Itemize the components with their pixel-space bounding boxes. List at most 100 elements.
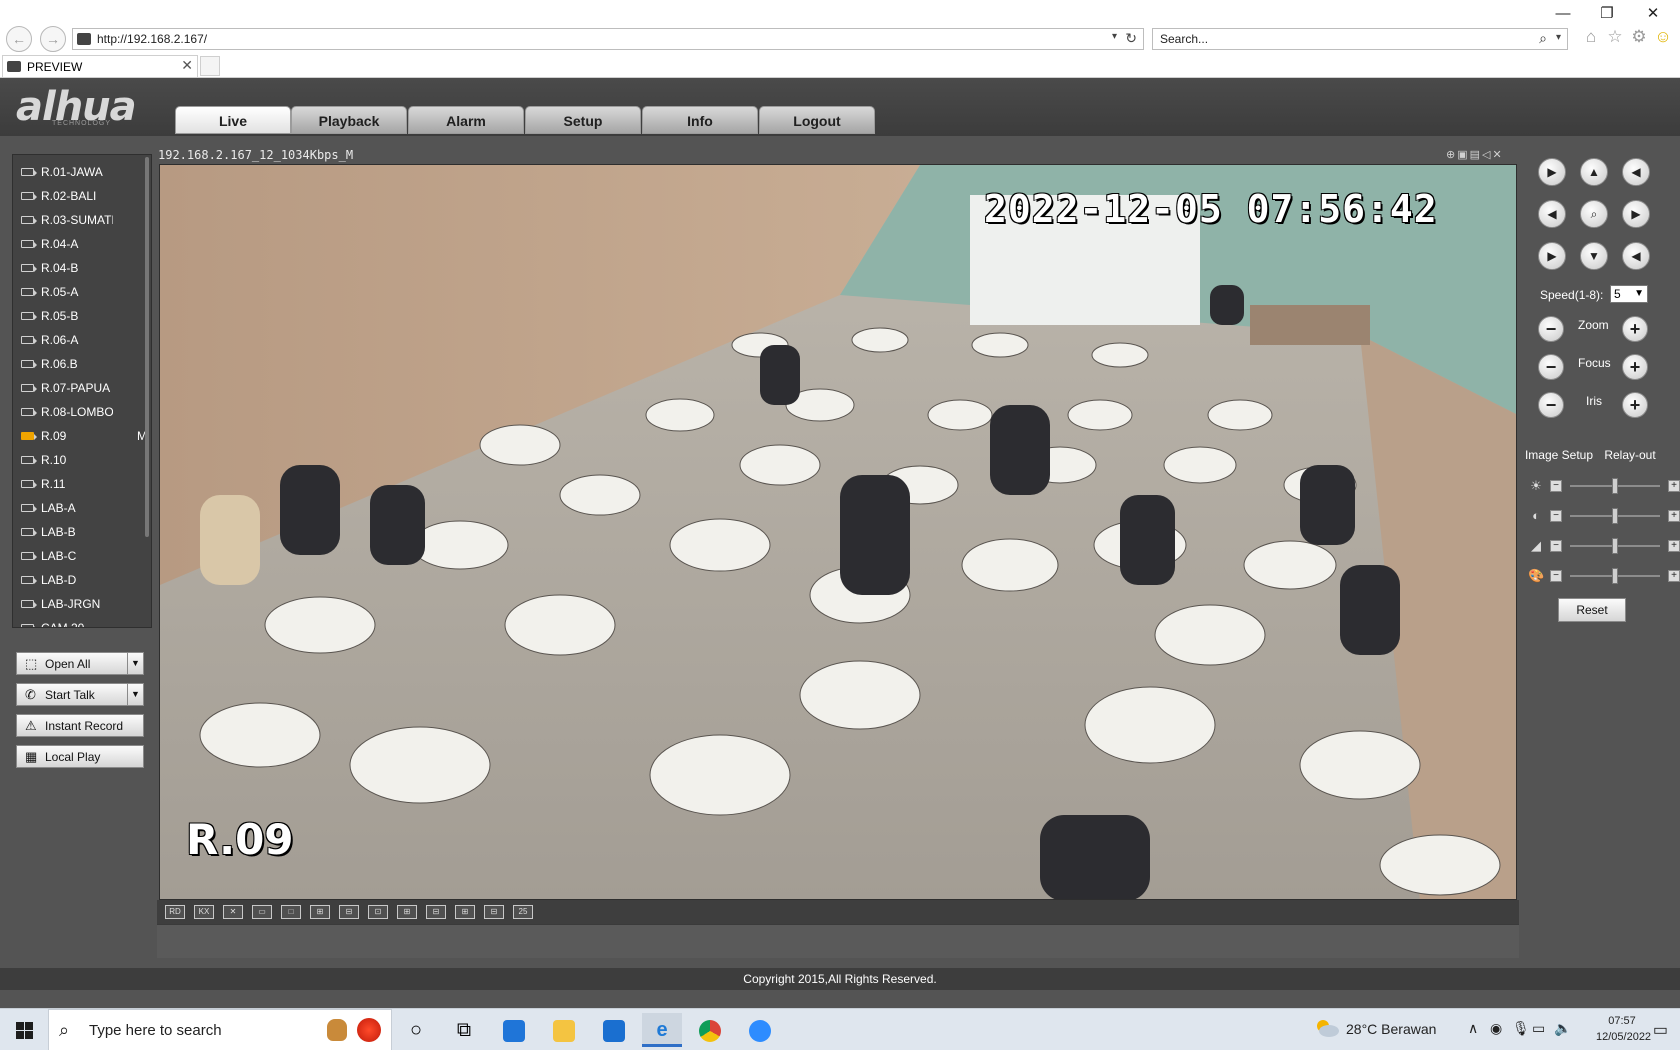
layout-button[interactable]: ⊟ [339, 905, 359, 919]
ptz-down-left-button[interactable]: ▶ [1538, 242, 1566, 270]
slider-knob[interactable] [1612, 478, 1618, 494]
record-icon[interactable]: ▤ [1470, 149, 1482, 161]
favorites-star-icon[interactable]: ☆ [1604, 26, 1626, 48]
ptz-down-right-button[interactable]: ◀ [1622, 242, 1650, 270]
back-button[interactable]: ← [6, 26, 32, 52]
tab-image-setup[interactable]: Image Setup [1524, 444, 1594, 466]
reset-button[interactable]: Reset [1558, 598, 1626, 622]
system-clock[interactable]: 07:57 12/05/2022 [1596, 1013, 1651, 1045]
layout-button[interactable]: RD [165, 905, 185, 919]
camera-item[interactable]: LAB-JRGN [21, 593, 147, 615]
local-play-button[interactable]: ▦ Local Play [16, 745, 144, 768]
tab-playback[interactable]: Playback [291, 106, 407, 134]
ptz-up-right-button[interactable]: ◀ [1622, 158, 1650, 186]
slider-knob[interactable] [1612, 538, 1618, 554]
layout-button[interactable]: KX [194, 905, 214, 919]
camera-item[interactable]: LAB-A [21, 497, 147, 519]
layout-button[interactable]: ⊞ [310, 905, 330, 919]
camera-item[interactable]: LAB-D [21, 569, 147, 591]
new-tab-button[interactable] [200, 56, 220, 76]
address-dropdown-icon[interactable]: ▾ [1112, 31, 1117, 42]
home-icon[interactable]: ⌂ [1580, 26, 1602, 48]
slider-minus-button[interactable]: − [1550, 570, 1562, 582]
focus-plus-button[interactable]: + [1622, 354, 1648, 380]
zoom-plus-button[interactable]: + [1622, 316, 1648, 342]
layout-button[interactable]: ▭ [252, 905, 272, 919]
speed-select[interactable]: 5 ▼ [1610, 285, 1648, 303]
file-explorer-app-icon[interactable] [544, 1013, 584, 1047]
tab-relay-out[interactable]: Relay-out [1598, 444, 1662, 466]
settings-gear-icon[interactable]: ⚙ [1628, 26, 1650, 48]
address-bar[interactable]: http://192.168.2.167/ ▾ ↻ [72, 28, 1144, 50]
slider-plus-button[interactable]: + [1668, 480, 1680, 492]
start-talk-dropdown-icon[interactable]: ▼ [127, 684, 143, 705]
internet-explorer-app-icon[interactable]: e [642, 1013, 682, 1047]
tab-logout[interactable]: Logout [759, 106, 875, 134]
ptz-right-button[interactable]: ▶ [1622, 200, 1650, 228]
camera-item[interactable]: R.04-A [21, 233, 147, 255]
feedback-smiley-icon[interactable]: ☺ [1652, 26, 1674, 48]
weather-text[interactable]: 28°C Berawan [1346, 1021, 1436, 1037]
ptz-left-button[interactable]: ◀ [1538, 200, 1566, 228]
camera-item[interactable]: R.07-PAPUA [21, 377, 147, 399]
camera-item[interactable]: R.01-JAWA [21, 161, 147, 183]
snapshot-icon[interactable]: ▣ [1457, 149, 1469, 161]
start-talk-button[interactable]: ✆ Start Talk ▼ [16, 683, 144, 706]
image-slider[interactable]: 🎨 − + [1528, 568, 1680, 584]
open-all-dropdown-icon[interactable]: ▼ [127, 653, 143, 674]
tab-live[interactable]: Live [175, 106, 291, 134]
camera-item[interactable]: R.08-LOMBOK [21, 401, 147, 423]
refresh-icon[interactable]: ↻ [1125, 30, 1137, 47]
volume-icon[interactable]: 🔈 [1554, 1020, 1571, 1037]
show-hidden-icons-icon[interactable]: ∧ [1468, 1020, 1478, 1037]
tab-preview[interactable]: PREVIEW ✕ [2, 55, 198, 77]
layout-button[interactable]: ✕ [223, 905, 243, 919]
camera-item[interactable]: R.06-A [21, 329, 147, 351]
layout-button[interactable]: ⊡ [368, 905, 388, 919]
restore-button[interactable]: ❐ [1590, 2, 1624, 26]
focus-minus-button[interactable]: − [1538, 354, 1564, 380]
tab-info[interactable]: Info [642, 106, 758, 134]
zoom-minus-button[interactable]: − [1538, 316, 1564, 342]
camera-item[interactable]: LAB-B [21, 521, 147, 543]
network-icon[interactable]: ▭ [1532, 1020, 1545, 1037]
forward-button[interactable]: → [40, 26, 66, 52]
store-app-icon[interactable] [494, 1013, 534, 1047]
camera-item[interactable]: R.06.B [21, 353, 147, 375]
slider-plus-button[interactable]: + [1668, 540, 1680, 552]
camera-item[interactable]: R.05-B [21, 305, 147, 327]
open-all-button[interactable]: ⬚ Open All ▼ [16, 652, 144, 675]
search-dropdown-icon[interactable]: ▾ [1556, 32, 1561, 43]
close-window-button[interactable]: ✕ [1636, 2, 1670, 26]
microphone-icon[interactable]: 🎙 [1512, 1020, 1530, 1037]
image-slider[interactable]: ◢ − + [1528, 538, 1680, 554]
iris-minus-button[interactable]: − [1538, 392, 1564, 418]
layout-button[interactable]: 25 [513, 905, 533, 919]
record-tray-icon[interactable]: ◉ [1490, 1020, 1502, 1037]
camera-item[interactable]: R.09 M [21, 425, 147, 447]
camera-item[interactable]: R.03-SUMATERA [21, 209, 147, 231]
zoom-app-icon[interactable] [740, 1013, 780, 1047]
zoom-icon[interactable]: ⊕ [1446, 149, 1457, 161]
camera-item[interactable]: R.11 [21, 473, 147, 495]
task-view-button[interactable]: ⧉ [444, 1013, 484, 1047]
ptz-up-left-button[interactable]: ▶ [1538, 158, 1566, 186]
cortana-button[interactable]: ○ [396, 1013, 436, 1047]
ptz-down-button[interactable]: ▼ [1580, 242, 1608, 270]
camera-item[interactable]: R.05-A [21, 281, 147, 303]
ptz-up-button[interactable]: ▲ [1580, 158, 1608, 186]
ptz-auto-button[interactable]: ⌕ [1580, 200, 1608, 228]
close-video-icon[interactable]: ✕ [1493, 149, 1504, 161]
camera-item[interactable]: R.04-B [21, 257, 147, 279]
camera-item[interactable]: R.10 [21, 449, 147, 471]
camera-item[interactable]: LAB-C [21, 545, 147, 567]
slider-knob[interactable] [1612, 568, 1618, 584]
image-slider[interactable]: ☀ − + [1528, 478, 1680, 494]
layout-button[interactable]: ⊞ [397, 905, 417, 919]
tab-setup[interactable]: Setup [525, 106, 641, 134]
tab-close-icon[interactable]: ✕ [181, 57, 193, 74]
notifications-icon[interactable]: ▭ [1653, 1020, 1668, 1040]
slider-minus-button[interactable]: − [1550, 540, 1562, 552]
minimize-button[interactable]: — [1546, 2, 1580, 26]
layout-button[interactable]: ⊟ [484, 905, 504, 919]
